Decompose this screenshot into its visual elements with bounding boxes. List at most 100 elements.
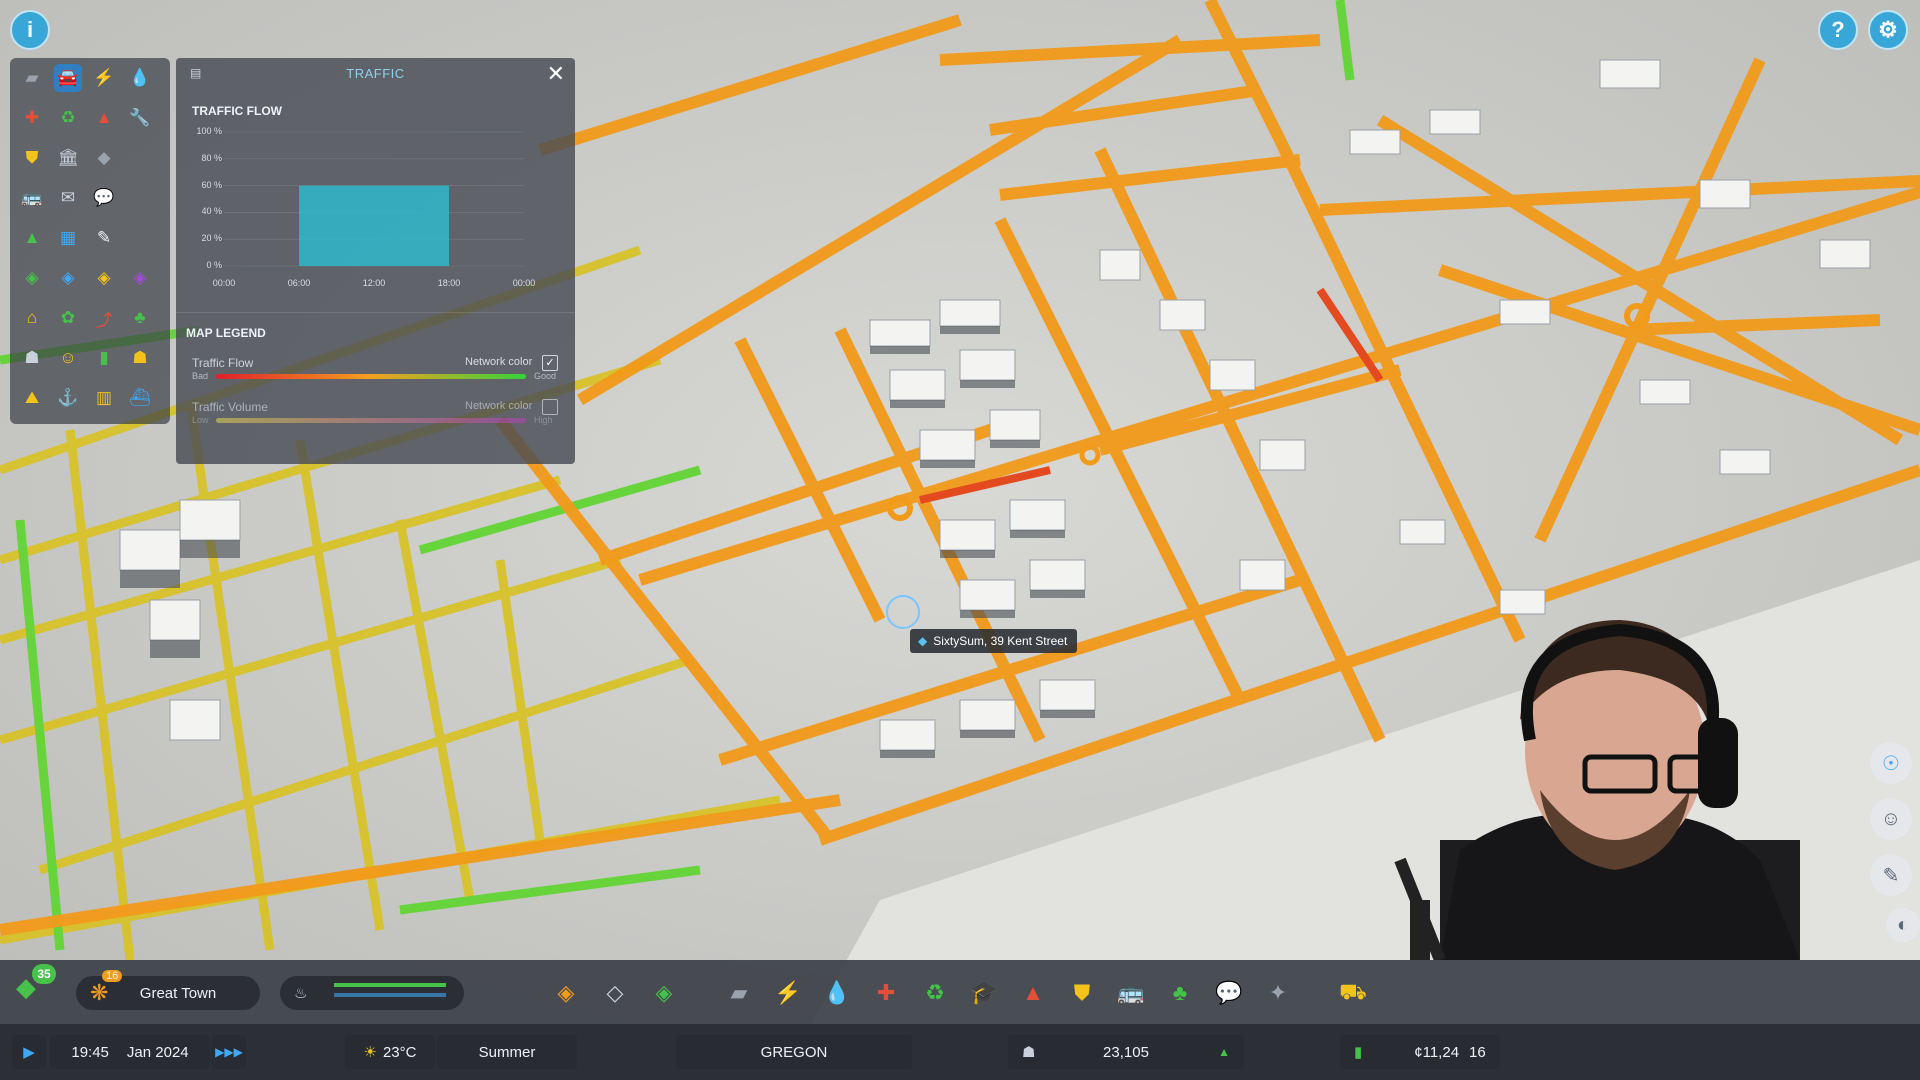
water-tool-icon[interactable]: 💧: [820, 976, 854, 1010]
garbage-tool-icon[interactable]: ♻: [918, 976, 952, 1010]
tourism-icon[interactable]: ☗: [126, 344, 154, 372]
bulldozer-icon[interactable]: ⛟: [1336, 976, 1370, 1010]
population-display[interactable]: ☗ 23,105 ▲: [1008, 1035, 1244, 1069]
info-button[interactable]: i: [10, 10, 50, 50]
empty-slot: [126, 224, 154, 252]
wrench-icon[interactable]: 🔧: [126, 104, 154, 132]
zoning-icon[interactable]: ◈: [549, 976, 583, 1010]
ship-icon[interactable]: ⛴: [126, 384, 154, 412]
electricity-tool-icon[interactable]: ⚡: [771, 976, 805, 1010]
signature-icon[interactable]: ⤴: [90, 304, 118, 332]
traffic-panel: ▤ TRAFFIC ✕ TRAFFIC FLOW MAP LEGEND Traf…: [176, 58, 575, 464]
demand-bars: [334, 983, 446, 987]
x-tick-label: 00:00: [212, 278, 236, 288]
clock-time: 19:45: [71, 1043, 109, 1061]
population-icon: ☗: [1022, 1044, 1036, 1061]
transport-icon[interactable]: 🚌: [18, 184, 46, 212]
speed-button[interactable]: ▶▶▶: [212, 1035, 246, 1069]
police-tool-icon[interactable]: ⛊: [1065, 976, 1099, 1010]
x-tick-label: 18:00: [437, 278, 461, 288]
garbage-icon[interactable]: ♻: [54, 104, 82, 132]
building-icon[interactable]: ▦: [54, 224, 82, 252]
road-icon[interactable]: ▰: [18, 64, 46, 92]
person-icon[interactable]: ☺: [1870, 798, 1912, 840]
region-display[interactable]: GREGON: [676, 1035, 912, 1069]
play-button[interactable]: ▶: [12, 1035, 46, 1069]
money-icon[interactable]: ▮: [90, 344, 118, 372]
pencil-icon[interactable]: ✎: [90, 224, 118, 252]
y-tick-label: 40 %: [201, 206, 222, 217]
status-bar: [0, 1024, 1920, 1080]
police-icon[interactable]: ⛊: [18, 144, 46, 172]
traffic-flow-heading: TRAFFIC FLOW: [192, 104, 282, 118]
water-icon[interactable]: 💧: [126, 64, 154, 92]
population: 23,105: [1103, 1043, 1149, 1061]
divider: [176, 312, 575, 313]
date-time-display: 19:45 Jan 2024: [50, 1035, 210, 1069]
traffic-flow-chart: [224, 131, 524, 267]
y-tick-label: 80 %: [201, 152, 222, 163]
happiness-icon[interactable]: ☺: [54, 344, 82, 372]
traffic-volume-network-checkbox[interactable]: [542, 399, 558, 415]
city-name: Great Town: [139, 984, 217, 1002]
traffic-panel-header: ▤ TRAFFIC ✕: [176, 58, 575, 88]
education-icon[interactable]: 🏛: [54, 144, 82, 172]
x-tick-label: 00:00: [512, 278, 536, 288]
tree-icon[interactable]: ♣: [126, 304, 154, 332]
fire-icon[interactable]: ▲: [90, 104, 118, 132]
legend-traffic-volume-label: Traffic Volume: [192, 400, 269, 414]
landmark-tool-icon[interactable]: ✦: [1261, 976, 1295, 1010]
health-icon[interactable]: ✚: [18, 104, 46, 132]
season: Summer: [478, 1043, 536, 1061]
forest-icon[interactable]: ▲: [18, 224, 46, 252]
terrain-icon[interactable]: ⛰: [18, 384, 46, 412]
landscape-icon[interactable]: ◆: [90, 144, 118, 172]
parks-tool-icon[interactable]: ♣: [1163, 976, 1197, 1010]
fire-tool-icon[interactable]: ▲: [1016, 976, 1050, 1010]
milestone-badge: 16: [102, 970, 123, 982]
park-icon[interactable]: ✿: [54, 304, 82, 332]
transport-tool-icon[interactable]: 🚌: [1114, 976, 1148, 1010]
city-name-pill[interactable]: ❋ 16 Great Town: [76, 970, 260, 1010]
y-tick-label: 20 %: [201, 233, 222, 244]
electricity-icon[interactable]: ⚡: [90, 64, 118, 92]
help-button[interactable]: ?: [1818, 10, 1858, 50]
flow-gradient: [216, 374, 526, 379]
compass-icon[interactable]: ◐: [1886, 908, 1920, 942]
close-icon[interactable]: ✕: [547, 61, 565, 87]
zone-residential-icon[interactable]: ◈: [18, 264, 46, 292]
zone-industrial-icon[interactable]: ◈: [90, 264, 118, 292]
streamer-webcam: [1394, 620, 1800, 960]
y-tick-label: 0 %: [206, 260, 222, 270]
demand-meter[interactable]: ♨: [280, 976, 464, 1010]
train-icon[interactable]: ▥: [90, 384, 118, 412]
notes-icon[interactable]: ✎: [1870, 854, 1912, 896]
zone-commercial-icon[interactable]: ◈: [54, 264, 82, 292]
healthcare-tool-icon[interactable]: ✚: [869, 976, 903, 1010]
demand-icon: ♨: [294, 985, 308, 1002]
home-icon[interactable]: ⌂: [18, 304, 46, 332]
money-tail: 16: [1469, 1043, 1486, 1061]
education-tool-icon[interactable]: 🎓: [967, 976, 1001, 1010]
communication-tool-icon[interactable]: 💬: [1212, 976, 1246, 1010]
traffic-flow-network-checkbox[interactable]: ✓: [542, 355, 558, 371]
x-tick-label: 06:00: [287, 278, 311, 288]
trend-up-icon: ▲: [1218, 1045, 1230, 1059]
harbor-icon[interactable]: ⚓: [54, 384, 82, 412]
chat-icon[interactable]: 💬: [90, 184, 118, 212]
temperature: 23°C: [382, 1043, 417, 1061]
landscaping-icon[interactable]: ◈: [647, 976, 681, 1010]
money-display[interactable]: ▮ ¢11,24 16: [1340, 1035, 1500, 1069]
citizens-icon[interactable]: ☉: [1870, 742, 1912, 784]
traffic-icon[interactable]: 🚘: [54, 64, 82, 92]
area-icon[interactable]: ◇: [598, 976, 632, 1010]
post-icon[interactable]: ✉: [54, 184, 82, 212]
road-tool-icon[interactable]: ▰: [722, 976, 756, 1010]
flow-area: [299, 185, 449, 266]
person-icon[interactable]: ☗: [18, 344, 46, 372]
weather-display: ☀ 23°C: [345, 1035, 435, 1069]
settings-button[interactable]: ⚙: [1868, 10, 1908, 50]
volume-high-label: High: [534, 415, 553, 425]
zone-office-icon[interactable]: ◈: [126, 264, 154, 292]
empty-slot: [126, 184, 154, 212]
